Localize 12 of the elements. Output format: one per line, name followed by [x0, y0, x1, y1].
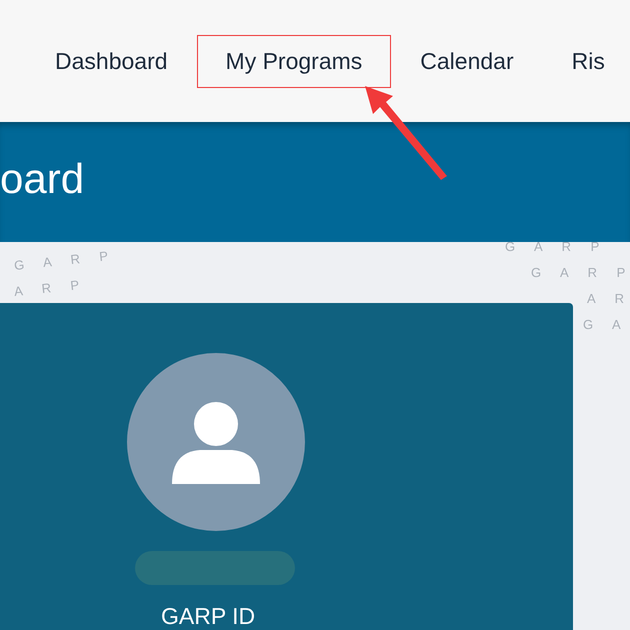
nav-link[interactable]: Calendar	[391, 34, 543, 88]
pattern-text: G A R P	[531, 264, 628, 282]
pattern-text: A R P	[12, 276, 83, 301]
nav-link[interactable]: Dashboard	[26, 34, 197, 88]
pattern-text: G A	[583, 316, 624, 334]
page-title: oard	[0, 154, 84, 204]
pattern-text: A R	[587, 290, 627, 308]
nav-link[interactable]: My Programs	[196, 34, 392, 88]
nav-link[interactable]: Ris	[542, 34, 630, 88]
id-label: GARP ID	[161, 603, 256, 629]
pattern-text: G A R P	[12, 247, 112, 275]
pattern-text: G A R P	[505, 238, 602, 256]
